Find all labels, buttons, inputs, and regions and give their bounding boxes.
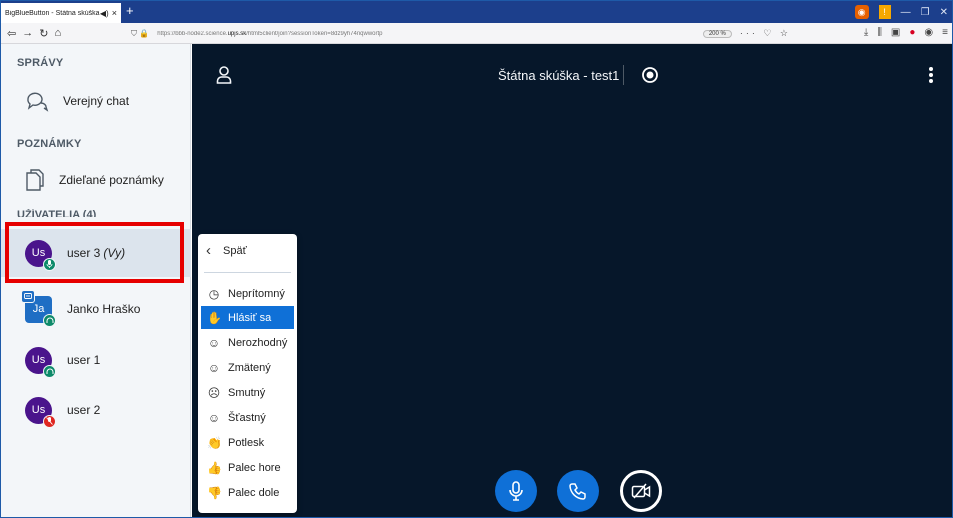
phone-icon [569, 483, 586, 500]
microphone-icon [509, 481, 523, 501]
extension-icon[interactable]: ! [878, 5, 891, 19]
sad-face-icon: ☹ [207, 385, 221, 400]
avatar: Ja [21, 289, 56, 327]
user-name: user 1 [67, 353, 101, 367]
thumbs-down-icon: 👎 [207, 485, 222, 500]
adblock-icon[interactable]: ● [909, 27, 915, 38]
minimize-window-icon[interactable]: — [901, 7, 911, 18]
title-divider [623, 65, 624, 85]
reload-icon[interactable]: ↻ [39, 27, 48, 40]
user-name: Janko Hraško [67, 302, 141, 316]
status-thumbs-down-item[interactable]: 👎 Palec dole [201, 481, 294, 504]
annotation-highlight-box [5, 222, 184, 283]
browser-tab-bar: BigBlueButton - Štátna skúška ◀) × + ◉ !… [1, 1, 952, 23]
headphones-icon [43, 364, 56, 378]
messages-section-title: SPRÁVY [17, 57, 64, 69]
meeting-title: Štátna skúška - test1 [498, 68, 620, 83]
shared-notes-item[interactable]: Zdieľané poznámky [1, 160, 191, 200]
camera-button[interactable] [620, 470, 662, 512]
status-thumbs-up-item[interactable]: 👍 Palec hore [201, 456, 294, 479]
user-list-item[interactable]: Ja Janko Hraško [1, 285, 191, 333]
forward-arrow-icon[interactable]: → [22, 27, 33, 39]
tab-title: BigBlueButton - Štátna skúška [5, 9, 100, 17]
window-controls: ◉ ! — ❐ ✕ [854, 1, 952, 23]
menu-icon[interactable]: ≡ [942, 27, 948, 38]
neutral-face-icon: ☺ [207, 335, 221, 350]
downloads-icon[interactable]: ⤓ [864, 27, 868, 38]
close-window-icon[interactable]: ✕ [940, 7, 948, 18]
status-applause-item[interactable]: 👏 Potlesk [201, 431, 294, 454]
users-section-title: UŽÍVATELIA (4) [17, 209, 97, 217]
public-chat-item[interactable]: Verejný chat [1, 81, 191, 121]
clap-icon: 👏 [207, 435, 222, 450]
status-confused-item[interactable]: ☺ Zmätený [201, 356, 294, 379]
documents-icon [26, 169, 44, 191]
hand-icon: ✋ [207, 310, 222, 325]
new-tab-button[interactable]: + [126, 4, 134, 18]
back-menu-item[interactable]: ‹ Späť [206, 242, 247, 259]
menu-divider [204, 272, 291, 273]
public-chat-label: Verejný chat [63, 94, 130, 108]
user-list-item[interactable]: Us user 1 [1, 336, 191, 384]
tab-close-button[interactable]: × [112, 8, 117, 18]
headphones-icon [43, 313, 56, 327]
leave-audio-button[interactable] [557, 470, 599, 512]
user-list-toggle-icon[interactable] [216, 66, 232, 84]
browser-tool-icons: ⤓ ⫼ ▣ ● ◉ ≡ [864, 27, 948, 38]
zoom-level-badge[interactable]: 200 % [702, 29, 732, 38]
confused-face-icon: ☺ [207, 360, 221, 375]
chevron-left-icon: ‹ [206, 242, 211, 259]
home-icon[interactable]: ⌂ [54, 27, 61, 39]
restore-window-icon[interactable]: ❐ [921, 7, 930, 18]
user-list-item[interactable]: Us user 2 [1, 386, 191, 434]
status-happy-item[interactable]: ☺ Šťastný [201, 406, 294, 429]
url-bar[interactable]: ⛉ 🔒 https://bbb-node2.science.upjs.sk/ht… [131, 25, 791, 42]
shared-notes-label: Zdieľané poznámky [59, 173, 164, 187]
bigbluebutton-app: SPRÁVY Verejný chat POZNÁMKY Zdieľané po… [1, 44, 952, 517]
firefox-account-icon[interactable]: ◉ [854, 5, 869, 19]
microphone-muted-icon [43, 414, 56, 428]
status-raise-hand-item[interactable]: ✋ Hlásiť sa [201, 306, 294, 329]
sidebar-toggle-icon[interactable]: ▣ [891, 27, 900, 38]
user-name: user 2 [67, 403, 101, 417]
browser-tab[interactable]: BigBlueButton - Štátna skúška ◀) × [1, 3, 121, 23]
account-icon[interactable]: ◉ [924, 27, 933, 38]
library-icon[interactable]: ⫼ [877, 27, 882, 38]
tab-audio-icon[interactable]: ◀) [100, 9, 109, 18]
status-undecided-item[interactable]: ☺ Nerozhodný [201, 331, 294, 354]
status-sad-item[interactable]: ☹ Smutný [201, 381, 294, 404]
notes-section-title: POZNÁMKY [17, 138, 82, 150]
back-label: Späť [223, 244, 247, 257]
avatar: Us [25, 346, 56, 378]
back-arrow-icon[interactable]: ⇦ [7, 27, 16, 40]
microphone-button[interactable] [495, 470, 537, 512]
page-actions[interactable]: ··· ♡ ☆ [740, 28, 791, 39]
browser-toolbar: ⇦ → ↻ ⌂ ⛉ 🔒 https://bbb-node2.science.up… [1, 23, 952, 44]
browser-window: BigBlueButton - Štátna skúška ◀) × + ◉ !… [0, 0, 953, 518]
status-away-item[interactable]: ◷ Neprítomný [201, 282, 294, 305]
happy-face-icon: ☺ [207, 410, 221, 425]
status-menu: ‹ Späť ◷ Neprítomný ✋ Hlásiť sa ☺ Nerozh… [198, 234, 297, 513]
avatar: Us [25, 396, 56, 428]
main-presentation-area: Štátna skúška - test1 [192, 44, 952, 517]
thumbs-up-icon: 👍 [207, 460, 222, 475]
record-icon[interactable] [642, 67, 658, 83]
more-options-icon[interactable] [928, 66, 934, 84]
security-lock-icon[interactable]: ⛉ 🔒 [131, 29, 149, 39]
clock-icon: ◷ [208, 286, 220, 301]
chat-bubbles-icon [27, 92, 49, 112]
url-text[interactable]: https://bbb-node2.science.upjs.sk/html5c… [157, 31, 703, 37]
presenter-icon [21, 289, 35, 303]
camera-off-icon [631, 483, 651, 499]
